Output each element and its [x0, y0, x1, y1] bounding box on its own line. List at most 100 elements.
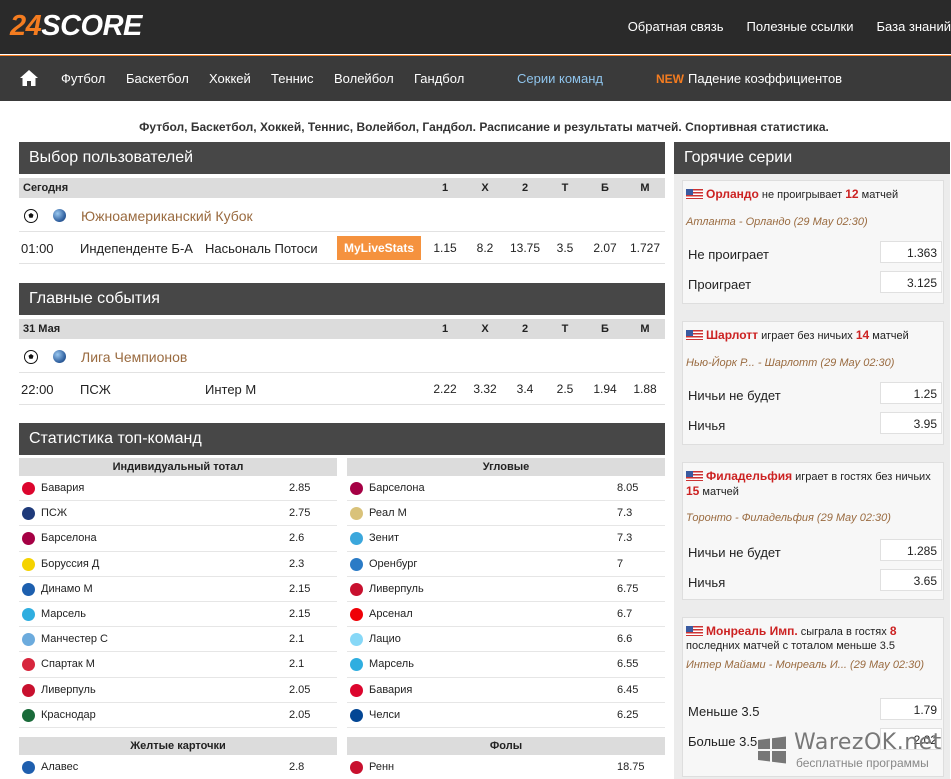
home-team[interactable]: ПСЖ: [80, 382, 111, 397]
team-name[interactable]: Барселона: [41, 532, 97, 544]
hot-series-card[interactable]: Филадельфия играет в гостях без ничьих 1…: [682, 462, 944, 600]
stat-row[interactable]: Зенит 7.3: [347, 526, 665, 552]
stat-row[interactable]: Ливерпуль 6.75: [347, 577, 665, 602]
stat-row[interactable]: Марсель 2.15: [19, 602, 337, 628]
league-name[interactable]: Лига Чемпионов: [81, 349, 187, 365]
stat-row[interactable]: Барселона 8.05: [347, 476, 665, 502]
bet-odd[interactable]: 1.285: [880, 539, 942, 561]
team-name[interactable]: Алавес: [41, 761, 78, 773]
odd-1[interactable]: 1.15: [425, 241, 465, 255]
bet-row[interactable]: Ничьи не будет 1.25: [686, 382, 942, 408]
bet-row[interactable]: Ничья 3.95: [686, 412, 942, 438]
away-team[interactable]: Интер М: [205, 382, 256, 397]
series-team[interactable]: Монреаль Имп.: [706, 624, 798, 638]
stat-row[interactable]: Челси 6.25: [347, 703, 665, 728]
odd-x[interactable]: 8.2: [465, 241, 505, 255]
team-name[interactable]: Оренбург: [369, 558, 417, 570]
nav-basketball[interactable]: Баскетбол: [126, 71, 189, 86]
stat-row[interactable]: Лацио 6.6: [347, 627, 665, 653]
nav-football[interactable]: Футбол: [61, 71, 105, 86]
bet-odd[interactable]: 1.363: [880, 241, 942, 263]
league-row[interactable]: Южноамериканский Кубок: [19, 200, 665, 232]
match-row[interactable]: 22:00 ПСЖ Интер М 2.22 3.32 3.4 2.5 1.94…: [19, 373, 665, 405]
odd-1[interactable]: 2.22: [425, 382, 465, 396]
bet-row[interactable]: Ничьи не будет 1.285: [686, 539, 942, 565]
team-name[interactable]: Марсель: [369, 658, 414, 670]
site-logo[interactable]: 24SCORE: [10, 10, 142, 43]
team-name[interactable]: Ливерпуль: [41, 684, 96, 696]
team-name[interactable]: Спартак М: [41, 658, 95, 670]
team-name[interactable]: Реал М: [369, 507, 407, 519]
series-team[interactable]: Орландо: [706, 187, 759, 201]
odd-b[interactable]: 1.94: [585, 382, 625, 396]
team-name[interactable]: Арсенал: [369, 608, 413, 620]
odd-t[interactable]: 3.5: [545, 241, 585, 255]
nav-hockey[interactable]: Хоккей: [209, 71, 251, 86]
odd-2[interactable]: 13.75: [505, 241, 545, 255]
stat-row[interactable]: Алавес 2.8: [19, 755, 337, 779]
bet-row[interactable]: Проиграет 3.125: [686, 271, 942, 297]
home-team[interactable]: Индепенденте Б-А: [80, 241, 193, 256]
hot-series-card[interactable]: Орландо не проигрывает 12 матчей Атланта …: [682, 180, 944, 304]
nav-handball[interactable]: Гандбол: [414, 71, 464, 86]
team-name[interactable]: ПСЖ: [41, 507, 67, 519]
bet-row[interactable]: Не проиграет 1.363: [686, 241, 942, 267]
team-name[interactable]: Боруссия Д: [41, 558, 99, 570]
odd-t[interactable]: 2.5: [545, 382, 585, 396]
hot-series-card[interactable]: Шарлотт играет без ничьих 14 матчей Нью-Й…: [682, 321, 944, 445]
bet-row[interactable]: Ничья 3.65: [686, 569, 942, 595]
odd-b[interactable]: 2.07: [585, 241, 625, 255]
mylivestats-badge[interactable]: MyLiveStats: [337, 236, 421, 260]
stat-row[interactable]: Манчестер С 2.1: [19, 627, 337, 653]
odd-x[interactable]: 3.32: [465, 382, 505, 396]
stat-row[interactable]: Ливерпуль 2.05: [19, 678, 337, 703]
team-name[interactable]: Ренн: [369, 761, 394, 773]
stat-row[interactable]: Боруссия Д 2.3: [19, 552, 337, 577]
league-row[interactable]: Лига Чемпионов: [19, 341, 665, 373]
feedback-link[interactable]: Обратная связь: [628, 19, 724, 34]
odd-m[interactable]: 1.88: [625, 382, 665, 396]
league-name[interactable]: Южноамериканский Кубок: [81, 208, 253, 224]
away-team[interactable]: Насьональ Потоси: [205, 241, 318, 256]
stat-row[interactable]: Арсенал 6.7: [347, 602, 665, 628]
team-name[interactable]: Динамо М: [41, 583, 93, 595]
bet-odd[interactable]: 1.79: [880, 698, 942, 720]
stat-row[interactable]: Динамо М 2.15: [19, 577, 337, 602]
series-team[interactable]: Шарлотт: [706, 328, 758, 342]
series-team[interactable]: Филадельфия: [706, 469, 792, 483]
team-name[interactable]: Марсель: [41, 608, 86, 620]
nav-tennis[interactable]: Теннис: [271, 71, 314, 86]
odd-2[interactable]: 3.4: [505, 382, 545, 396]
team-name[interactable]: Бавария: [41, 482, 84, 494]
team-name[interactable]: Манчестер С: [41, 633, 108, 645]
series-match[interactable]: Торонто - Филадельфия (29 May 02:30): [686, 511, 942, 525]
stat-row[interactable]: Краснодар 2.05: [19, 703, 337, 728]
team-name[interactable]: Барселона: [369, 482, 425, 494]
bet-row[interactable]: Меньше 3.5 1.79: [686, 698, 942, 724]
bet-odd[interactable]: 3.65: [880, 569, 942, 591]
stat-row[interactable]: Бавария 2.85: [19, 476, 337, 502]
stat-row[interactable]: Марсель 6.55: [347, 652, 665, 678]
useful-links-link[interactable]: Полезные ссылки: [746, 19, 853, 34]
stat-row[interactable]: Реал М 7.3: [347, 501, 665, 527]
stat-row[interactable]: Ренн 18.75: [347, 755, 665, 779]
stat-row[interactable]: Оренбург 7: [347, 552, 665, 577]
stat-row[interactable]: Бавария 6.45: [347, 678, 665, 703]
stat-row[interactable]: Барселона 2.6: [19, 526, 337, 552]
team-name[interactable]: Челси: [369, 709, 400, 721]
team-name[interactable]: Зенит: [369, 532, 399, 544]
match-row[interactable]: 01:00 Индепенденте Б-А Насьональ Потоси …: [19, 232, 665, 264]
stat-row[interactable]: Спартак М 2.1: [19, 652, 337, 678]
series-match[interactable]: Интер Майами - Монреаль И... (29 May 02:…: [686, 658, 942, 672]
nav-team-series[interactable]: Серии команд: [517, 71, 603, 86]
bet-odd[interactable]: 3.95: [880, 412, 942, 434]
knowledge-base-link[interactable]: База знаний: [877, 19, 951, 34]
odd-m[interactable]: 1.727: [625, 241, 665, 255]
stat-row[interactable]: ПСЖ 2.75: [19, 501, 337, 527]
home-icon[interactable]: [19, 69, 39, 87]
nav-odds-drop[interactable]: NEW Падение коэффициентов: [656, 71, 842, 86]
team-name[interactable]: Ливерпуль: [369, 583, 424, 595]
bet-odd[interactable]: 3.125: [880, 271, 942, 293]
team-name[interactable]: Бавария: [369, 684, 412, 696]
nav-volleyball[interactable]: Волейбол: [334, 71, 394, 86]
